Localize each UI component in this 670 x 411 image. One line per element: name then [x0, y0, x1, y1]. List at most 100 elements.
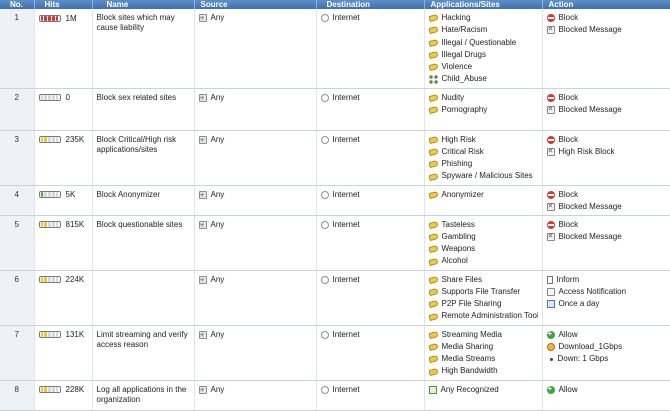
notification-icon	[546, 287, 555, 296]
destination-cell[interactable]: Internet	[316, 215, 425, 271]
hits-bar-segment	[44, 15, 48, 21]
application-item: Media Streams	[428, 353, 538, 365]
applications-cell[interactable]: Anonymizer	[424, 185, 543, 216]
source-cell[interactable]: Any	[194, 130, 317, 186]
table-row[interactable]: 5 815K Block questionable sites Any Internet…	[0, 215, 670, 271]
allow-icon	[546, 384, 555, 395]
table-row[interactable]: 4 5K Block Anonymizer Any Internet Anonymizer…	[0, 185, 670, 216]
hits-count: 224K	[65, 275, 85, 284]
source-item: Any	[198, 189, 312, 201]
tag-icon	[428, 355, 439, 364]
hits-bar-segment	[44, 277, 48, 282]
tag-icon	[428, 147, 439, 156]
application-item: Remote Administration Tool	[428, 310, 538, 322]
hits-bar-segment	[40, 95, 44, 100]
rule-name: Block Anonymizer	[96, 189, 161, 199]
column-header-no[interactable]: No.	[0, 0, 35, 9]
tag-icon	[428, 135, 439, 144]
action-cell[interactable]: Inform Access Notification Once a day	[542, 270, 670, 326]
applications-cell[interactable]: Tasteless Gambling Weapons Alcohol	[424, 215, 543, 271]
hits-bar-segment	[40, 137, 44, 142]
action-cell[interactable]: Allow	[542, 380, 670, 411]
application-item: Illegal Drugs	[428, 49, 538, 61]
source-cell[interactable]: Any	[194, 270, 317, 326]
name-cell[interactable]	[92, 270, 195, 326]
table-row[interactable]: 1 1M Block sites which may cause liability…	[0, 9, 670, 89]
destination-cell[interactable]: Internet	[316, 325, 425, 381]
hits: 1M	[38, 12, 88, 24]
hits-bar-segment	[55, 332, 59, 337]
message-icon	[546, 24, 555, 37]
destination-item: Internet	[320, 329, 420, 341]
column-header-name[interactable]: Name	[92, 0, 195, 9]
destination-cell[interactable]: Internet	[316, 380, 425, 411]
application-label: Spyware / Malicious Sites	[441, 171, 533, 181]
source-cell[interactable]: Any	[194, 9, 317, 89]
table-row[interactable]: 7 131K Limit streaming and verify access r…	[0, 325, 670, 381]
destination-cell[interactable]: Internet	[316, 9, 425, 89]
column-header-hits[interactable]: Hits	[34, 0, 93, 9]
destination-cell[interactable]: Internet	[316, 88, 425, 131]
action-cell[interactable]: Block Blocked Message	[542, 215, 670, 271]
table-row[interactable]: 2 0 Block sex related sites Any Internet Nudi…	[0, 88, 670, 131]
table-row[interactable]: 8 228K Log all applications in the organiz…	[0, 380, 670, 411]
hits-bar-segment	[55, 15, 59, 21]
destination-cell[interactable]: Internet	[316, 185, 425, 216]
rule-name: Block questionable sites	[96, 219, 183, 229]
name-cell[interactable]: Block sites which may cause liability	[92, 9, 195, 89]
action-label: Inform	[556, 274, 580, 284]
destination-label: Internet	[332, 329, 360, 339]
tag-icon	[428, 160, 439, 169]
action-item: Blocked Message	[546, 24, 666, 37]
action-cell[interactable]: Allow Download_1Gbps Down: 1 Gbps	[542, 325, 670, 381]
source-cell[interactable]: Any	[194, 88, 317, 131]
applications-cell[interactable]: Any Recognized	[424, 380, 543, 411]
source-cell[interactable]: Any	[194, 325, 317, 381]
source-item: Any	[198, 92, 312, 104]
applications-cell[interactable]: Share Files Supports File Transfer P2P Fil…	[424, 270, 543, 326]
applications-cell[interactable]: Streaming Media Media Sharing Media Stream…	[424, 325, 543, 381]
block-icon	[546, 190, 555, 199]
name-cell[interactable]: Block sex related sites	[92, 88, 195, 131]
action-cell[interactable]: Block Blocked Message	[542, 185, 670, 216]
action-cell[interactable]: Block High Risk Block	[542, 130, 670, 186]
name-cell[interactable]: Block questionable sites	[92, 215, 195, 271]
name-cell[interactable]: Block Anonymizer	[92, 185, 195, 216]
hits-bar-segment	[44, 222, 48, 227]
table-row[interactable]: 6 224K Any Internet Share Files Supports File…	[0, 270, 670, 326]
source-cell[interactable]: Any	[194, 215, 317, 271]
application-label: Any Recognized	[440, 384, 499, 394]
column-header-applications[interactable]: Applications/Sites	[424, 0, 543, 9]
hits-count: 235K	[65, 135, 85, 144]
hits-cell: 815K	[34, 215, 93, 271]
hits-level-bar	[38, 276, 61, 283]
destination-cell[interactable]: Internet	[316, 270, 425, 326]
hits-level-bar	[38, 14, 61, 22]
action-cell[interactable]: Block Blocked Message	[542, 88, 670, 131]
rule-number: 7	[0, 325, 35, 381]
action-item: Down: 1 Gbps	[547, 353, 666, 365]
source-cell[interactable]: Any	[194, 185, 317, 216]
destination-cell[interactable]: Internet	[316, 130, 425, 186]
application-item: Critical Risk	[428, 146, 538, 158]
name-cell[interactable]: Block Critical/High risk applications/si…	[92, 130, 195, 186]
hits-bar-segment	[55, 192, 59, 197]
hits-cell: 0	[34, 88, 93, 131]
column-header-action[interactable]: Action	[542, 0, 670, 9]
name-cell[interactable]: Log all applications in the organization	[92, 380, 195, 411]
hits-bar-segment	[40, 332, 44, 337]
source-cell[interactable]: Any	[194, 380, 317, 411]
applications-cell[interactable]: Nudity Pornography	[424, 88, 543, 131]
applications-cell[interactable]: High Risk Critical Risk Phishing Spyware / …	[424, 130, 543, 186]
tag-icon	[428, 50, 439, 60]
column-header-destination[interactable]: Destination	[316, 0, 425, 9]
group-icon	[428, 75, 438, 85]
tag-icon	[428, 257, 439, 266]
name-cell[interactable]: Limit streaming and verify access reason	[92, 325, 195, 381]
application-item: High Risk	[428, 134, 538, 146]
action-cell[interactable]: Block Blocked Message	[542, 9, 670, 89]
column-header-source[interactable]: Source	[194, 0, 317, 9]
applications-cell[interactable]: Hacking Hate/Racism Illegal / Questionable…	[424, 9, 543, 89]
table-row[interactable]: 3 235K Block Critical/High risk applicatio…	[0, 130, 670, 186]
application-label: Illegal / Questionable	[441, 37, 517, 47]
